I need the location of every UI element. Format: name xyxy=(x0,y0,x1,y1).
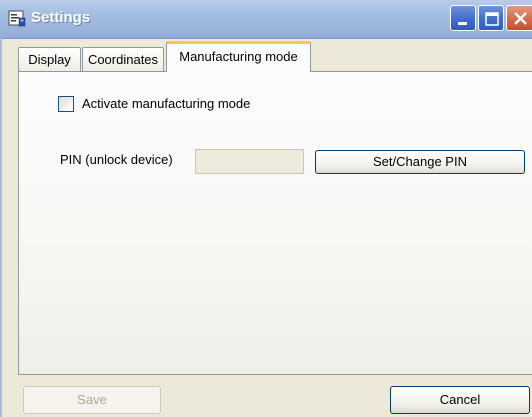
manufacturing-mode-checkbox[interactable] xyxy=(58,96,74,112)
tab-strip: Display Coordinates Manufacturing mode xyxy=(0,38,532,72)
minimize-button[interactable] xyxy=(450,5,476,31)
tab-display[interactable]: Display xyxy=(18,47,81,72)
close-icon xyxy=(514,12,527,25)
save-button[interactable]: Save xyxy=(23,386,161,414)
settings-window: Settings Display Coordinates Manufacturi… xyxy=(0,0,532,417)
maximize-button[interactable] xyxy=(478,5,504,31)
tab-manufacturing-mode[interactable]: Manufacturing mode xyxy=(166,41,311,72)
set-change-pin-button[interactable]: Set/Change PIN xyxy=(315,150,525,174)
cancel-button[interactable]: Cancel xyxy=(390,386,530,414)
close-button[interactable] xyxy=(506,5,532,31)
pin-label: PIN (unlock device) xyxy=(60,152,173,167)
title-bar[interactable]: Settings xyxy=(0,0,532,39)
manufacturing-mode-panel: Activate manufacturing mode PIN (unlock … xyxy=(18,71,532,375)
settings-app-icon xyxy=(8,9,26,27)
minimize-icon xyxy=(458,22,467,25)
maximize-icon xyxy=(485,12,499,26)
window-title: Settings xyxy=(31,9,91,26)
tab-coordinates[interactable]: Coordinates xyxy=(82,47,164,72)
pin-input[interactable] xyxy=(195,149,304,174)
manufacturing-mode-checkbox-label[interactable]: Activate manufacturing mode xyxy=(82,96,250,112)
window-frame-edge xyxy=(0,38,2,417)
